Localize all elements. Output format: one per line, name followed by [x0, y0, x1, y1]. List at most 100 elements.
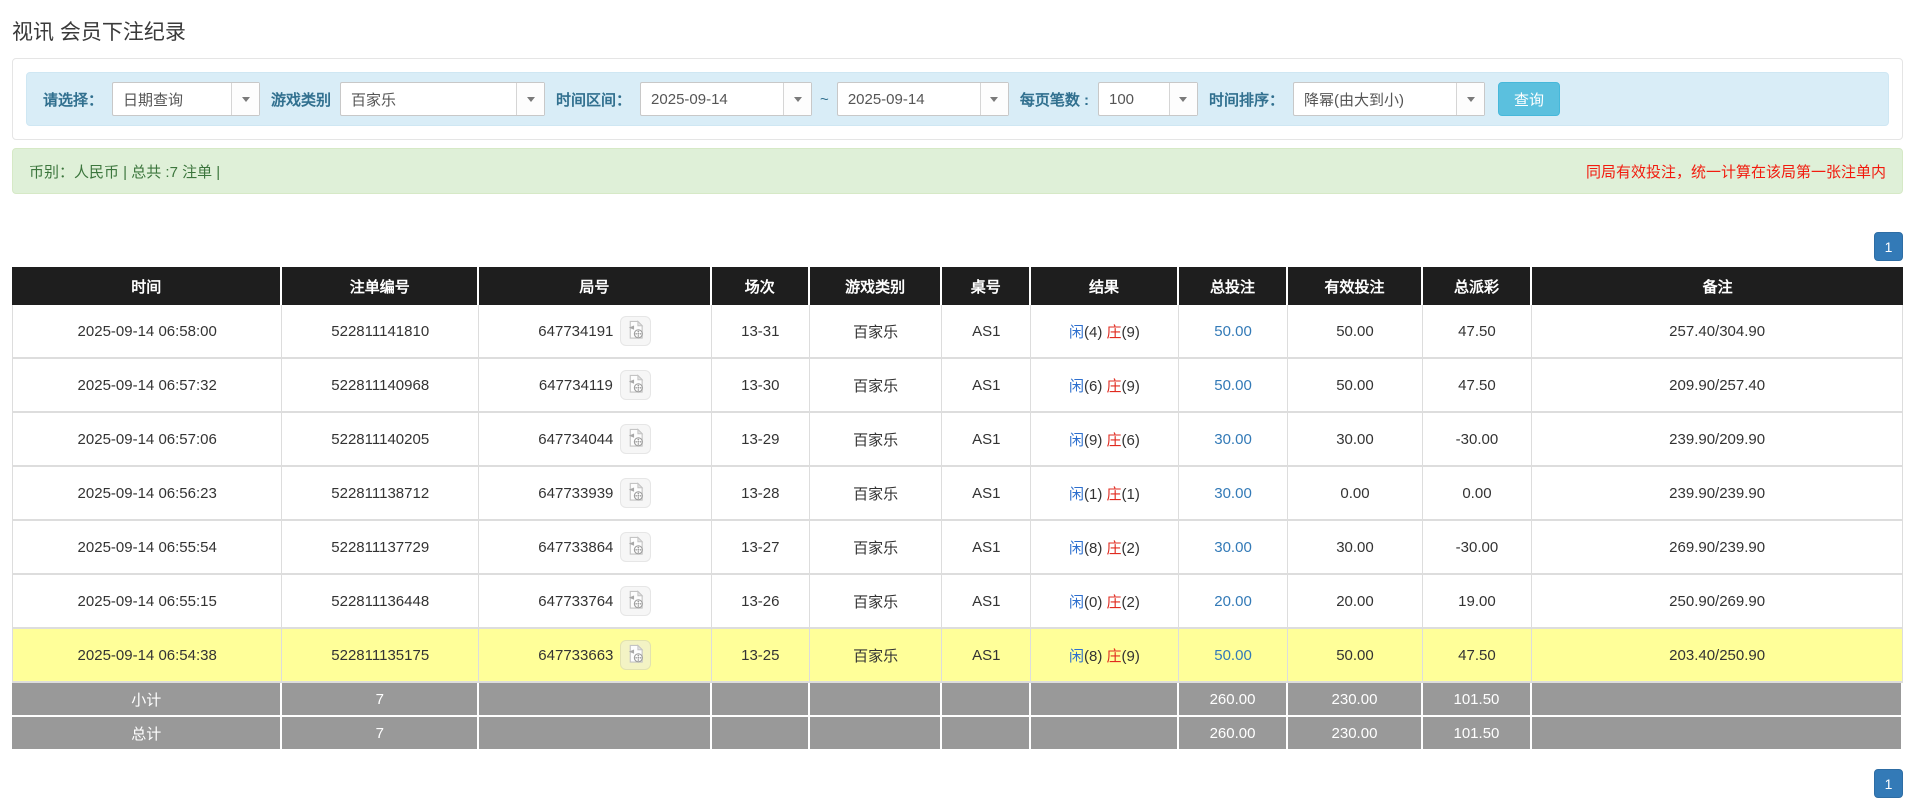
bet-time-cell: 2025-09-14 06:55:54	[12, 521, 283, 575]
remark-cell: 250.90/269.90	[1532, 575, 1903, 629]
table-number-cell: AS1	[942, 359, 1032, 413]
game-type-combo[interactable]	[340, 82, 546, 116]
page-size-input[interactable]	[1098, 83, 1169, 115]
date-to-combo[interactable]	[836, 82, 1009, 116]
column-header-10: 总派彩	[1422, 267, 1533, 305]
page-size-dropdown-button[interactable]	[1168, 83, 1197, 115]
session-cell: 13-26	[711, 575, 810, 629]
total-bet-link[interactable]: 50.00	[1214, 377, 1252, 394]
video-replay-button[interactable]	[620, 532, 652, 562]
total-bet-link[interactable]: 50.00	[1214, 323, 1252, 340]
total-bet-link[interactable]: 30.00	[1214, 539, 1252, 556]
bet-id-cell: 522811140205	[282, 413, 480, 467]
round-cell: 647734044	[479, 413, 712, 467]
table-row: 2025-09-14 06:56:23 522811138712 647733939…	[12, 467, 1903, 521]
date-from-dropdown-button[interactable]	[783, 83, 812, 115]
video-replay-button[interactable]	[620, 478, 652, 508]
table-number-cell: AS1	[942, 575, 1032, 629]
column-header-6: 桌号	[942, 267, 1032, 305]
total-bet-cell: 30.00	[1178, 467, 1289, 521]
bet-time-cell: 2025-09-14 06:58:00	[12, 305, 283, 359]
query-type-dropdown-button[interactable]	[231, 83, 260, 115]
round-number: 647734191	[538, 322, 614, 340]
result-cell: 闲(1) 庄(1)	[1031, 467, 1179, 521]
remark-cell: 239.90/209.90	[1532, 413, 1903, 467]
pagination-top: 1	[12, 232, 1903, 261]
video-file-icon	[626, 643, 645, 667]
video-replay-button[interactable]	[620, 586, 652, 616]
round-cell	[479, 717, 712, 751]
video-replay-button[interactable]	[620, 316, 652, 346]
total-bet-link[interactable]: 50.00	[1214, 647, 1252, 664]
video-replay-button[interactable]	[620, 424, 652, 454]
game-type-input[interactable]	[341, 83, 517, 115]
total-label-cell: 总计	[12, 717, 283, 751]
round-cell: 647733864	[479, 521, 712, 575]
bet-time-cell: 2025-09-14 06:57:32	[12, 359, 283, 413]
date-from-combo[interactable]	[640, 82, 813, 116]
payout-cell: -30.00	[1422, 521, 1533, 575]
result-cell	[1031, 683, 1179, 717]
total-bet-cell: 20.00	[1178, 575, 1289, 629]
remark-cell: 239.90/239.90	[1532, 467, 1903, 521]
valid-bet-cell: 50.00	[1288, 629, 1423, 683]
session-cell: 13-27	[711, 521, 810, 575]
column-header-8: 总投注	[1178, 267, 1289, 305]
page-button-1[interactable]: 1	[1874, 769, 1903, 798]
banker-result-label: 庄	[1106, 593, 1122, 611]
page: 视讯 会员下注纪录 请选择： 游戏类别 时间区间： ~ 每	[0, 0, 1915, 805]
query-type-combo[interactable]	[112, 82, 261, 116]
total-bet-link[interactable]: 20.00	[1214, 593, 1252, 610]
video-file-icon	[626, 427, 645, 451]
player-result-label: 闲	[1069, 377, 1085, 395]
page-button-1[interactable]: 1	[1874, 232, 1903, 261]
time-sort-dropdown-button[interactable]	[1456, 83, 1484, 115]
video-file-icon	[626, 535, 645, 559]
banker-result-label: 庄	[1106, 323, 1122, 341]
total-bet-cell: 30.00	[1178, 521, 1289, 575]
search-button[interactable]: 查询	[1498, 82, 1561, 116]
session-cell: 13-29	[711, 413, 810, 467]
total-bet-link[interactable]: 30.00	[1214, 485, 1252, 502]
page-size-combo[interactable]	[1097, 82, 1198, 116]
table-number-cell	[942, 717, 1032, 751]
result-cell: 闲(6) 庄(9)	[1031, 359, 1179, 413]
bet-id-cell: 522811137729	[282, 521, 480, 575]
total-bet-link[interactable]: 30.00	[1214, 431, 1252, 448]
player-result-label: 闲	[1069, 431, 1085, 449]
table-row: 2025-09-14 06:55:54 522811137729 647733864…	[12, 521, 1903, 575]
session-cell: 13-25	[711, 629, 810, 683]
video-replay-button[interactable]	[620, 640, 652, 670]
bet-time-cell: 2025-09-14 06:54:38	[12, 629, 283, 683]
remark-cell: 203.40/250.90	[1532, 629, 1903, 683]
valid-bet-cell: 20.00	[1288, 575, 1423, 629]
result-cell: 闲(8) 庄(2)	[1031, 521, 1179, 575]
time-sort-combo[interactable]	[1293, 82, 1485, 116]
date-to-dropdown-button[interactable]	[979, 83, 1008, 115]
player-result-label: 闲	[1069, 539, 1085, 557]
remark-cell: 257.40/304.90	[1532, 305, 1903, 359]
table-header-row: 时间 注单编号 局号 场次 游戏类别 桌号 结果 总投注 有效投注 总派彩 备注	[12, 267, 1903, 305]
round-cell: 647734191	[479, 305, 712, 359]
date-from-input[interactable]	[641, 83, 784, 115]
payout-cell: 19.00	[1422, 575, 1533, 629]
video-replay-button[interactable]	[619, 370, 651, 400]
banker-result-label: 庄	[1106, 539, 1122, 557]
bet-time-cell: 2025-09-14 06:55:15	[12, 575, 283, 629]
table-number-cell: AS1	[942, 305, 1032, 359]
table-number-cell	[942, 683, 1032, 717]
player-result-label: 闲	[1069, 593, 1085, 611]
game-type-dropdown-button[interactable]	[516, 83, 545, 115]
game-type-cell	[809, 717, 943, 751]
currency-total-text: 币别：人民币 | 总共 :7 注单 |	[29, 163, 221, 181]
table-row: 2025-09-14 06:57:32 522811140968 647734119…	[12, 359, 1903, 413]
query-type-input[interactable]	[113, 83, 232, 115]
video-file-icon	[626, 319, 645, 343]
round-cell	[479, 683, 712, 717]
game-type-cell: 百家乐	[809, 305, 943, 359]
time-sort-input[interactable]	[1294, 83, 1456, 115]
bet-id-cell: 522811136448	[282, 575, 480, 629]
column-header-9: 有效投注	[1288, 267, 1423, 305]
date-to-input[interactable]	[837, 83, 980, 115]
total-count-cell: 7	[282, 717, 480, 751]
